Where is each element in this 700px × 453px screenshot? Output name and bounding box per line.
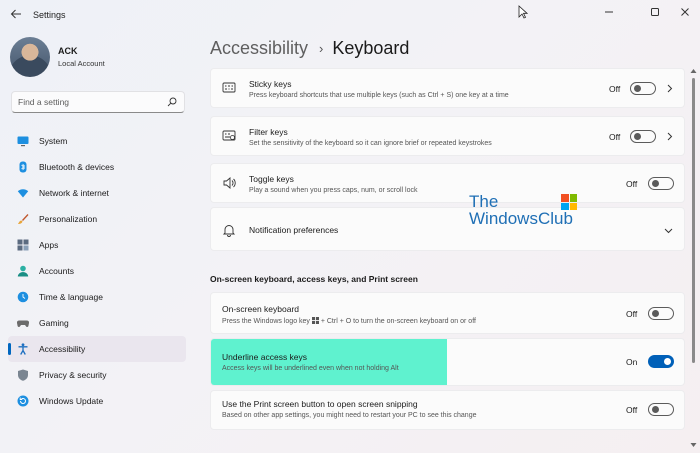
- underline-access-keys-state: On: [626, 357, 638, 367]
- sidebar-item-label: System: [39, 136, 68, 146]
- search-box[interactable]: [11, 91, 185, 113]
- underline-access-keys-description: Access keys will be underlined even when…: [222, 365, 399, 372]
- sidebar-item-bluetooth[interactable]: Bluetooth & devices: [8, 154, 186, 180]
- toggle-keys-card: Toggle keys Play a sound when you press …: [210, 163, 685, 203]
- sticky-keys-state: Off: [609, 84, 621, 94]
- mouse-cursor-icon: [518, 5, 528, 19]
- sidebar-item-label: Personalization: [39, 214, 98, 224]
- sidebar-item-privacy[interactable]: Privacy & security: [8, 362, 186, 388]
- keyboard-filter-icon: [222, 130, 236, 141]
- scroll-up-arrow-icon[interactable]: [690, 68, 697, 74]
- update-icon: [17, 395, 29, 407]
- search-icon[interactable]: [167, 97, 177, 107]
- toggle-keys-toggle[interactable]: [648, 177, 674, 190]
- title-bar: Settings: [0, 0, 700, 32]
- highlight-marker: [211, 339, 447, 385]
- sidebar-item-gaming[interactable]: Gaming: [8, 310, 186, 336]
- sidebar-item-accessibility[interactable]: Accessibility: [8, 336, 186, 362]
- sidebar-item-personalization[interactable]: Personalization: [8, 206, 186, 232]
- filter-keys-toggle[interactable]: [630, 130, 656, 143]
- filter-keys-title: Filter keys: [249, 127, 288, 137]
- toggle-keys-state: Off: [626, 179, 638, 189]
- sidebar-item-label: Windows Update: [39, 396, 104, 406]
- onscreen-keyboard-state: Off: [626, 309, 638, 319]
- sidebar-item-label: Privacy & security: [39, 370, 107, 380]
- notification-preferences-card[interactable]: Notification preferences: [210, 207, 685, 251]
- apps-icon: [17, 239, 29, 251]
- gamepad-icon: [17, 320, 29, 327]
- windows-logo-icon: [311, 317, 319, 324]
- account-type: Local Account: [58, 59, 105, 68]
- bluetooth-icon: [19, 161, 27, 173]
- toggle-keys-title: Toggle keys: [249, 174, 294, 184]
- sticky-keys-card[interactable]: Sticky keys Press keyboard shortcuts tha…: [210, 68, 685, 108]
- sticky-keys-description: Press keyboard shortcuts that use multip…: [249, 92, 509, 99]
- sidebar-nav: System Bluetooth & devices Network & int…: [8, 128, 186, 414]
- brush-icon: [18, 214, 29, 224]
- sidebar-item-label: Accessibility: [39, 344, 86, 354]
- sidebar-item-label: Time & language: [39, 292, 103, 302]
- chevron-right-icon[interactable]: [665, 132, 674, 141]
- filter-keys-card[interactable]: Filter keys Set the sensitivity of the k…: [210, 116, 685, 156]
- page-title: Keyboard: [332, 38, 410, 58]
- notification-preferences-title: Notification preferences: [249, 225, 339, 235]
- toggle-keys-description: Play a sound when you press caps, num, o…: [249, 187, 418, 194]
- back-arrow-icon[interactable]: [8, 8, 24, 24]
- accessibility-icon: [18, 343, 28, 355]
- monitor-icon: [17, 136, 29, 147]
- keyboard-sticky-icon: [222, 82, 236, 93]
- wifi-icon: [17, 189, 29, 198]
- underline-access-keys-title: Underline access keys: [222, 352, 308, 362]
- filter-keys-description: Set the sensitivity of the keyboard so i…: [249, 140, 492, 147]
- app-title: Settings: [33, 10, 66, 20]
- print-screen-card: Use the Print screen button to open scre…: [210, 390, 685, 430]
- filter-keys-state: Off: [609, 132, 621, 142]
- globe-clock-icon: [17, 291, 29, 303]
- person-icon: [17, 265, 29, 277]
- sidebar-item-label: Accounts: [39, 266, 74, 276]
- sticky-keys-toggle[interactable]: [630, 82, 656, 95]
- sidebar-item-label: Bluetooth & devices: [39, 162, 115, 172]
- onscreen-keyboard-description: Press the Windows logo key + Ctrl + O to…: [222, 317, 476, 325]
- search-input[interactable]: [18, 92, 168, 112]
- sidebar-item-accounts[interactable]: Accounts: [8, 258, 186, 284]
- shield-icon: [18, 369, 28, 381]
- underline-access-keys-toggle[interactable]: [648, 355, 674, 368]
- breadcrumb-parent[interactable]: Accessibility: [210, 38, 308, 59]
- print-screen-toggle[interactable]: [648, 403, 674, 416]
- onscreen-keyboard-card: On-screen keyboard Press the Windows log…: [210, 292, 685, 334]
- watermark-line2: WindowsClub: [469, 209, 573, 228]
- scrollbar-thumb[interactable]: [692, 78, 695, 363]
- breadcrumb-separator: ›: [319, 41, 324, 56]
- sidebar-item-label: Network & internet: [39, 188, 109, 198]
- maximize-icon[interactable]: [647, 6, 663, 22]
- section-heading: On-screen keyboard, access keys, and Pri…: [210, 274, 418, 284]
- windows-flag-logo-icon: [561, 194, 577, 210]
- underline-access-keys-card: Underline access keys Access keys will b…: [210, 338, 685, 386]
- avatar: [10, 37, 50, 77]
- chevron-down-icon[interactable]: [664, 226, 673, 235]
- sticky-keys-title: Sticky keys: [249, 79, 292, 89]
- print-screen-title: Use the Print screen button to open scre…: [222, 399, 418, 409]
- print-screen-state: Off: [626, 405, 638, 415]
- breadcrumb: Accessibility › Keyboard: [210, 38, 409, 59]
- sidebar-item-windows-update[interactable]: Windows Update: [8, 388, 186, 414]
- bell-icon: [222, 225, 236, 237]
- speaker-icon: [223, 177, 236, 189]
- scroll-down-arrow-icon[interactable]: [690, 442, 697, 448]
- sidebar-item-network[interactable]: Network & internet: [8, 180, 186, 206]
- close-icon[interactable]: [677, 6, 693, 22]
- onscreen-keyboard-title: On-screen keyboard: [222, 304, 300, 314]
- print-screen-description: Based on other app settings, you might n…: [222, 412, 477, 419]
- sidebar-item-label: Gaming: [39, 318, 69, 328]
- minimize-icon[interactable]: [601, 6, 617, 22]
- sidebar-item-system[interactable]: System: [8, 128, 186, 154]
- sidebar-item-apps[interactable]: Apps: [8, 232, 186, 258]
- chevron-right-icon[interactable]: [665, 84, 674, 93]
- onscreen-keyboard-toggle[interactable]: [648, 307, 674, 320]
- sidebar-item-time-language[interactable]: Time & language: [8, 284, 186, 310]
- user-name: ACK: [58, 46, 78, 56]
- sidebar-item-label: Apps: [39, 240, 59, 250]
